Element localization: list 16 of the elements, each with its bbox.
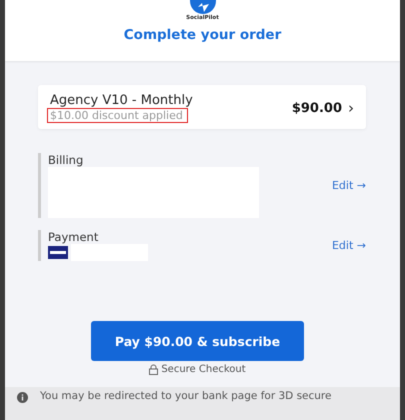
pay-button[interactable]: Pay $90.00 & subscribe bbox=[91, 321, 304, 361]
plan-name: Agency V10 - Monthly bbox=[50, 93, 193, 108]
page-title: Complete your order bbox=[124, 27, 282, 43]
plan-price: $90.00 bbox=[292, 100, 342, 116]
plan-card[interactable]: Agency V10 - Monthly $10.00 discount applied $90.00 › bbox=[38, 85, 366, 129]
secure-checkout-text: Secure Checkout bbox=[161, 364, 246, 375]
discount-text: $10.00 discount applied bbox=[47, 108, 188, 123]
info-icon bbox=[17, 392, 28, 403]
edit-link[interactable]: Edit → bbox=[332, 239, 366, 252]
section-label: Billing bbox=[48, 153, 84, 167]
lock-icon bbox=[149, 364, 158, 375]
notice-text: You may be redirected to your bank page for 3D secure bbox=[40, 390, 332, 402]
chevron-icon: › bbox=[348, 99, 354, 117]
section-label: Payment bbox=[48, 230, 98, 244]
edit-link[interactable]: Edit → bbox=[332, 179, 366, 192]
card-icon bbox=[48, 246, 68, 259]
